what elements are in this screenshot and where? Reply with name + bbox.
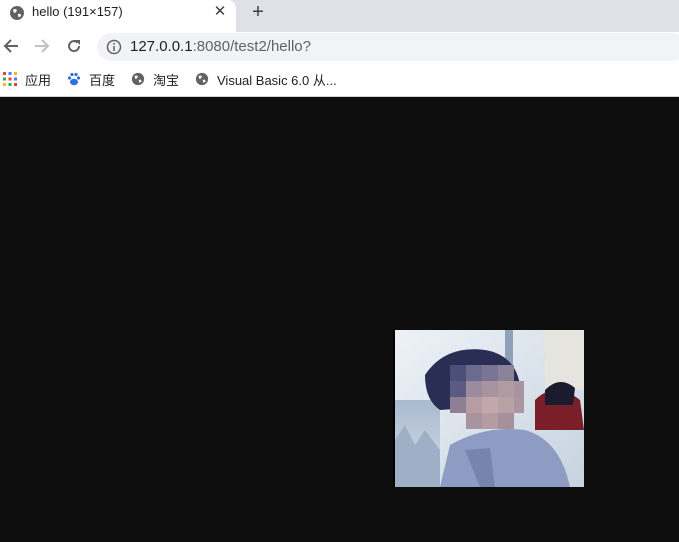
back-button[interactable] bbox=[0, 35, 22, 57]
close-tab-button[interactable]: ✕ bbox=[210, 2, 230, 22]
tab-title: hello (191×157) bbox=[32, 4, 123, 19]
reload-button[interactable] bbox=[63, 35, 85, 57]
apps-grid-icon bbox=[3, 72, 17, 86]
globe-icon bbox=[10, 6, 24, 20]
url-path: :8080/test2/hello? bbox=[192, 38, 311, 55]
tab-strip: hello (191×157) ✕ + bbox=[0, 0, 679, 32]
content-image bbox=[393, 330, 584, 487]
globe-icon bbox=[131, 72, 145, 86]
bookmark-label: 应用 bbox=[25, 72, 52, 88]
info-icon[interactable] bbox=[106, 39, 122, 55]
toolbar: 127.0.0.1:8080/test2/hello? bbox=[0, 32, 679, 62]
active-tab[interactable]: hello (191×157) ✕ bbox=[0, 0, 236, 32]
page-content bbox=[0, 97, 679, 542]
arrow-left-icon bbox=[3, 39, 18, 53]
bookmark-baidu[interactable]: 百度 bbox=[67, 70, 115, 88]
globe-icon bbox=[195, 72, 209, 86]
arrow-right-icon bbox=[35, 39, 50, 53]
forward-button[interactable] bbox=[31, 35, 53, 57]
reload-icon bbox=[68, 40, 81, 53]
url-text: 127.0.0.1:8080/test2/hello? bbox=[130, 38, 311, 55]
bookmark-label: 百度 bbox=[89, 72, 116, 88]
bookmarks-bar: 应用 百度 淘宝 Visual Basic 6.0 从... bbox=[0, 62, 679, 97]
bookmark-label: 淘宝 bbox=[153, 72, 180, 88]
url-host: 127.0.0.1 bbox=[130, 38, 193, 55]
baidu-paw-icon bbox=[67, 72, 81, 86]
bookmark-apps[interactable]: 应用 bbox=[3, 70, 51, 88]
new-tab-button[interactable]: + bbox=[246, 1, 270, 25]
bookmark-taobao[interactable]: 淘宝 bbox=[131, 70, 179, 88]
person-photo bbox=[395, 330, 584, 487]
address-bar[interactable]: 127.0.0.1:8080/test2/hello? bbox=[97, 33, 679, 61]
bookmark-label: Visual Basic 6.0 从... bbox=[217, 72, 337, 88]
bookmark-visual-basic[interactable]: Visual Basic 6.0 从... bbox=[195, 70, 337, 88]
